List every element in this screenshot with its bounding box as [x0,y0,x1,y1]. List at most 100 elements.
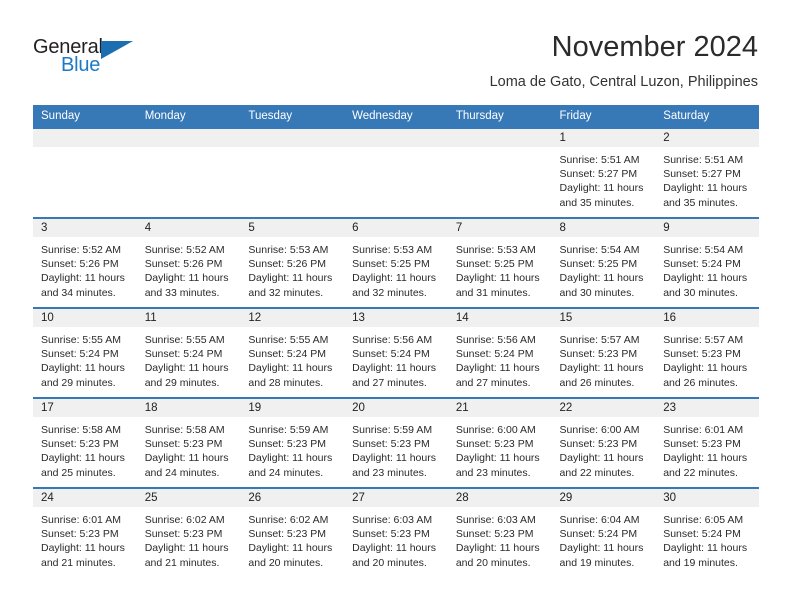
day-info-daylight-line1: Daylight: 11 hours [144,362,229,375]
day-number: 29 [551,489,656,507]
calendar-week-row: 10 Sunrise: 5:55 AM Sunset: 5:24 PM Dayligh… [33,307,759,398]
day-info-sunrise: Sunrise: 5:53 AM [455,244,536,256]
day-box: 4 Sunrise: 5:52 AM Sunset: 5:26 PM Daylight… [136,219,241,307]
day-info-daylight-line2: and 20 minutes. [352,556,427,569]
day-info-daylight-line2: and 29 minutes. [144,376,220,389]
day-info-daylight-line1: Daylight: 11 hours [41,452,125,465]
calendar-day-cell[interactable]: 2 Sunrise: 5:51 AM Sunset: 5:27 PM Daylight… [655,127,759,218]
day-info-sunset: Sunset: 5:23 PM [144,528,223,541]
day-info-sunrise: Sunrise: 5:51 AM [663,154,744,166]
day-number [33,129,137,147]
calendar-day-cell[interactable]: 8 Sunrise: 5:54 AM Sunset: 5:25 PM Daylight… [551,217,656,308]
calendar-day-cell[interactable]: 11 Sunrise: 5:55 AM Sunset: 5:24 PM Dayligh… [136,307,241,398]
day-info-sunset: Sunset: 5:23 PM [248,438,327,451]
day-info-sunrise: Sunrise: 5:57 AM [663,334,744,346]
calendar-day-cell[interactable] [344,127,448,218]
day-info-daylight-line1: Daylight: 11 hours [41,362,125,375]
day-info: Sunrise: 6:03 AM Sunset: 5:23 PM Daylight:… [448,507,552,570]
calendar-day-cell[interactable]: 14 Sunrise: 5:56 AM Sunset: 5:24 PM Dayligh… [447,307,552,398]
day-info-sunset: Sunset: 5:27 PM [663,168,741,181]
day-info: Sunrise: 5:55 AM Sunset: 5:24 PM Daylight:… [240,327,344,390]
day-info-daylight-line1: Daylight: 11 hours [455,272,540,285]
day-info-sunrise: Sunrise: 6:04 AM [559,514,640,526]
calendar-day-cell[interactable]: 5 Sunrise: 5:53 AM Sunset: 5:26 PM Daylight… [240,217,345,308]
calendar-day-cell[interactable] [240,127,345,218]
calendar-week-row: 24 Sunrise: 6:01 AM Sunset: 5:23 PM Dayligh… [33,487,759,577]
calendar-day-cell[interactable]: 15 Sunrise: 5:57 AM Sunset: 5:23 PM Dayligh… [551,307,656,398]
day-info-daylight-line2: and 30 minutes. [663,286,738,299]
general-blue-logo[interactable]: General Blue [33,36,163,82]
day-info-daylight-line1: Daylight: 11 hours [41,542,125,555]
day-info: Sunrise: 5:56 AM Sunset: 5:24 PM Daylight:… [344,327,448,390]
calendar-day-cell[interactable]: 26 Sunrise: 6:02 AM Sunset: 5:23 PM Dayligh… [240,487,345,577]
day-info-sunrise: Sunrise: 5:54 AM [663,244,744,256]
calendar-day-cell[interactable]: 6 Sunrise: 5:53 AM Sunset: 5:25 PM Daylight… [344,217,448,308]
calendar-day-cell[interactable]: 10 Sunrise: 5:55 AM Sunset: 5:24 PM Dayligh… [33,307,137,398]
calendar-day-cell[interactable] [33,127,137,218]
day-info-sunset: Sunset: 5:26 PM [248,258,327,271]
calendar-day-cell[interactable]: 1 Sunrise: 5:51 AM Sunset: 5:27 PM Daylight… [551,127,656,218]
day-info-sunrise: Sunrise: 5:56 AM [352,334,433,346]
day-info-daylight-line1: Daylight: 11 hours [352,452,436,465]
calendar-day-cell[interactable]: 12 Sunrise: 5:55 AM Sunset: 5:24 PM Dayligh… [240,307,345,398]
calendar-day-cell[interactable]: 3 Sunrise: 5:52 AM Sunset: 5:26 PM Daylight… [33,217,137,308]
day-info: Sunrise: 5:52 AM Sunset: 5:26 PM Daylight:… [33,237,137,300]
calendar-day-cell[interactable] [447,127,552,218]
day-info-sunrise: Sunrise: 6:00 AM [559,424,640,436]
day-number: 27 [344,489,448,507]
day-box: 8 Sunrise: 5:54 AM Sunset: 5:25 PM Daylight… [551,219,656,307]
day-info-sunset: Sunset: 5:24 PM [144,348,223,361]
day-box: 15 Sunrise: 5:57 AM Sunset: 5:23 PM Dayligh… [551,309,656,397]
calendar-day-cell[interactable]: 29 Sunrise: 6:04 AM Sunset: 5:24 PM Dayligh… [551,487,656,577]
calendar-day-cell[interactable]: 19 Sunrise: 5:59 AM Sunset: 5:23 PM Dayligh… [240,397,345,488]
calendar-day-cell[interactable]: 16 Sunrise: 5:57 AM Sunset: 5:23 PM Dayligh… [655,307,759,398]
calendar-day-cell[interactable]: 23 Sunrise: 6:01 AM Sunset: 5:23 PM Dayligh… [655,397,759,488]
day-info-daylight-line2: and 27 minutes. [352,376,427,389]
calendar-day-cell[interactable]: 18 Sunrise: 5:58 AM Sunset: 5:23 PM Dayligh… [136,397,241,488]
calendar-day-cell[interactable]: 9 Sunrise: 5:54 AM Sunset: 5:24 PM Daylight… [655,217,759,308]
day-info-daylight-line2: and 20 minutes. [455,556,531,569]
calendar-day-cell[interactable]: 4 Sunrise: 5:52 AM Sunset: 5:26 PM Daylight… [136,217,241,308]
day-number: 5 [240,219,345,237]
day-info [137,147,241,153]
day-number: 3 [33,219,137,237]
calendar-day-cell[interactable]: 30 Sunrise: 6:05 AM Sunset: 5:24 PM Dayligh… [655,487,759,577]
day-number [447,129,552,147]
calendar-day-cell[interactable]: 20 Sunrise: 5:59 AM Sunset: 5:23 PM Dayligh… [344,397,448,488]
calendar-body: 1 Sunrise: 5:51 AM Sunset: 5:27 PM Daylight… [33,127,759,577]
calendar-day-cell[interactable]: 22 Sunrise: 6:00 AM Sunset: 5:23 PM Dayligh… [551,397,656,488]
day-info-sunset: Sunset: 5:24 PM [663,528,741,541]
day-info-sunrise: Sunrise: 5:52 AM [144,244,225,256]
calendar-day-cell[interactable]: 21 Sunrise: 6:00 AM Sunset: 5:23 PM Dayligh… [447,397,552,488]
day-info: Sunrise: 6:00 AM Sunset: 5:23 PM Daylight:… [448,417,552,480]
day-info: Sunrise: 5:55 AM Sunset: 5:24 PM Daylight:… [33,327,137,390]
day-info-sunset: Sunset: 5:23 PM [41,438,119,451]
day-info: Sunrise: 5:57 AM Sunset: 5:23 PM Daylight:… [552,327,656,390]
day-info-sunset: Sunset: 5:23 PM [559,438,638,451]
day-info-daylight-line1: Daylight: 11 hours [352,362,436,375]
day-info-sunset: Sunset: 5:23 PM [352,438,430,451]
day-info-sunset: Sunset: 5:24 PM [559,528,638,541]
day-info-sunrise: Sunrise: 5:55 AM [248,334,329,346]
day-info-daylight-line2: and 24 minutes. [248,466,324,479]
day-info-sunrise: Sunrise: 5:58 AM [144,424,225,436]
calendar-day-cell[interactable]: 24 Sunrise: 6:01 AM Sunset: 5:23 PM Dayligh… [33,487,137,577]
weekday-header-saturday: Saturday [655,105,759,128]
day-number: 19 [240,399,345,417]
weekday-header-monday: Monday [136,105,241,128]
day-info-daylight-line1: Daylight: 11 hours [559,182,644,195]
calendar-day-cell[interactable]: 27 Sunrise: 6:03 AM Sunset: 5:23 PM Dayligh… [344,487,448,577]
calendar-day-cell[interactable]: 25 Sunrise: 6:02 AM Sunset: 5:23 PM Dayligh… [136,487,241,577]
calendar-day-cell[interactable]: 17 Sunrise: 5:58 AM Sunset: 5:23 PM Dayligh… [33,397,137,488]
day-box: 26 Sunrise: 6:02 AM Sunset: 5:23 PM Dayligh… [240,489,345,577]
calendar-day-cell[interactable]: 28 Sunrise: 6:03 AM Sunset: 5:23 PM Dayligh… [447,487,552,577]
day-info: Sunrise: 6:05 AM Sunset: 5:24 PM Daylight:… [655,507,759,570]
calendar-day-cell[interactable] [136,127,241,218]
day-info-daylight-line2: and 19 minutes. [559,556,635,569]
day-info-sunset: Sunset: 5:24 PM [248,348,327,361]
day-info-daylight-line2: and 20 minutes. [248,556,324,569]
day-info: Sunrise: 5:59 AM Sunset: 5:23 PM Daylight:… [344,417,448,480]
calendar-day-cell[interactable]: 13 Sunrise: 5:56 AM Sunset: 5:24 PM Dayligh… [344,307,448,398]
day-info-daylight-line2: and 34 minutes. [41,286,116,299]
calendar-day-cell[interactable]: 7 Sunrise: 5:53 AM Sunset: 5:25 PM Daylight… [447,217,552,308]
